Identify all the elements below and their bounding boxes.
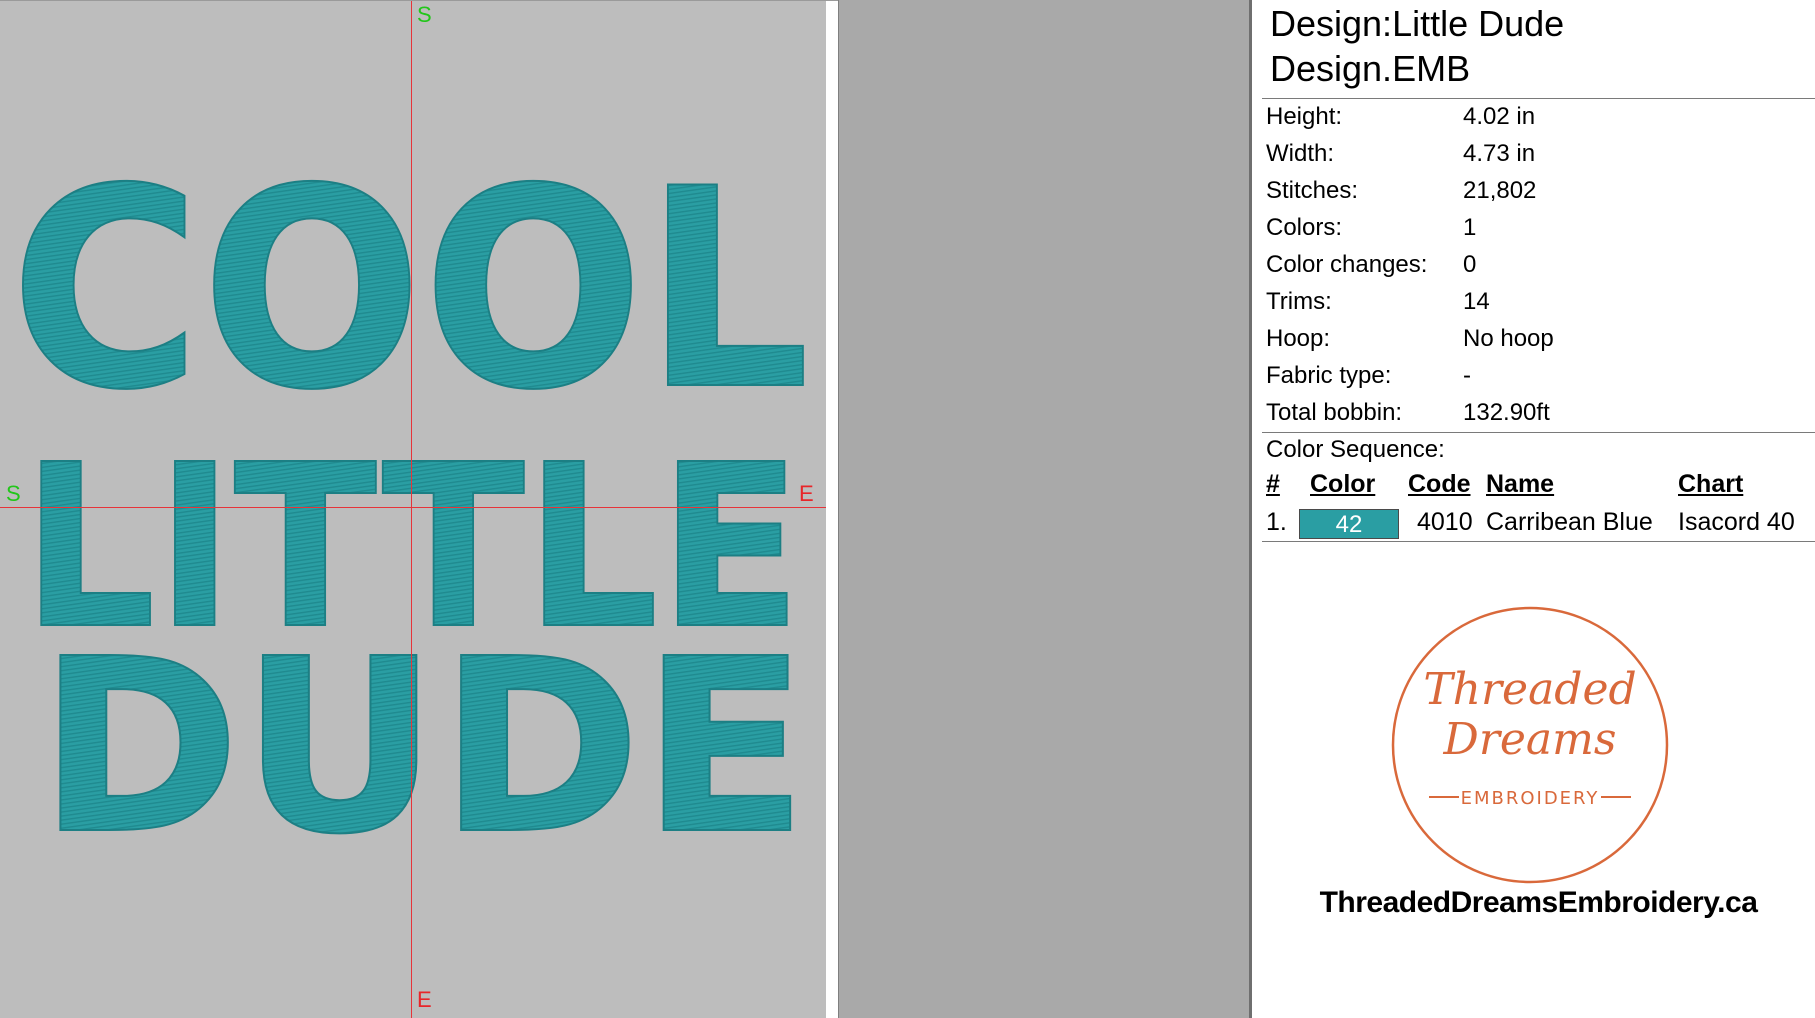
- horizontal-center-guide: [0, 507, 826, 508]
- top-axis-marker: S: [417, 2, 432, 27]
- stat-label-hoop: Hoop:: [1266, 325, 1331, 352]
- panel-divider[interactable]: [1249, 0, 1252, 1018]
- divider: [1262, 541, 1815, 542]
- stat-label-height: Height:: [1266, 103, 1343, 130]
- divider: [1262, 98, 1815, 99]
- design-info-panel: Design:Little Dude Design.EMB Height: 4.…: [1262, 0, 1815, 1018]
- stat-value-width: 4.73 in: [1463, 140, 1536, 167]
- color-swatch: 42: [1299, 509, 1399, 539]
- col-header-num: #: [1266, 470, 1280, 498]
- embroidery-design-preview: COOL LITTLE DUDE: [9, 129, 811, 888]
- bottom-axis-marker: E: [417, 987, 432, 1012]
- threaded-dreams-logo: Threaded Dreams EMBROIDERY: [1391, 606, 1669, 884]
- divider: [1262, 432, 1815, 433]
- logo-text-embroidery: EMBROIDERY: [1461, 788, 1600, 809]
- design-filename: Design.EMB: [1270, 48, 1471, 89]
- right-axis-marker: E: [799, 481, 814, 506]
- stat-value-stitches: 21,802: [1463, 177, 1537, 204]
- design-title: Design:Little Dude: [1270, 3, 1565, 44]
- stat-label-colors: Colors:: [1266, 214, 1343, 241]
- stat-label-trims: Trims:: [1266, 288, 1332, 315]
- canvas-top-border: [0, 0, 838, 1]
- col-header-name: Name: [1486, 470, 1555, 498]
- stat-value-height: 4.02 in: [1463, 103, 1536, 130]
- col-header-chart: Chart: [1678, 470, 1744, 498]
- stat-value-colors: 1: [1463, 214, 1477, 241]
- logo-text-threaded: Threaded: [1423, 664, 1636, 715]
- color-sequence-title: Color Sequence:: [1266, 436, 1445, 463]
- row-num: 1.: [1266, 508, 1287, 536]
- row-name: Carribean Blue: [1486, 508, 1653, 536]
- stat-label-fabric-type: Fabric type:: [1266, 362, 1392, 389]
- stat-value-color-changes: 0: [1463, 251, 1477, 278]
- left-axis-marker: S: [6, 481, 21, 506]
- logo-text-dreams: Dreams: [1443, 714, 1617, 765]
- design-canvas[interactable]: COOL LITTLE DUDE S E S E: [0, 0, 826, 1018]
- stat-label-stitches: Stitches:: [1266, 177, 1359, 204]
- stat-label-total-bobbin: Total bobbin:: [1266, 399, 1403, 426]
- col-header-code: Code: [1408, 470, 1471, 498]
- stat-value-total-bobbin: 132.90ft: [1463, 399, 1550, 426]
- workspace-background: [838, 0, 1250, 1018]
- design-line-cool: COOL: [10, 130, 810, 450]
- stat-value-hoop: No hoop: [1463, 325, 1554, 352]
- stat-value-trims: 14: [1463, 288, 1490, 315]
- col-header-color: Color: [1310, 470, 1376, 498]
- design-text-group: COOL LITTLE DUDE: [9, 129, 811, 888]
- canvas-edge: [826, 0, 838, 1018]
- vertical-center-guide: [411, 0, 412, 1018]
- row-code: 4010: [1417, 508, 1473, 536]
- stat-label-width: Width:: [1266, 140, 1335, 167]
- website-link[interactable]: ThreadedDreamsEmbroidery.ca: [1262, 885, 1815, 921]
- design-line-dude: DUDE: [38, 607, 808, 887]
- stat-label-color-changes: Color changes:: [1266, 251, 1428, 278]
- stat-value-fabric-type: -: [1463, 362, 1471, 389]
- row-chart: Isacord 40: [1678, 508, 1795, 536]
